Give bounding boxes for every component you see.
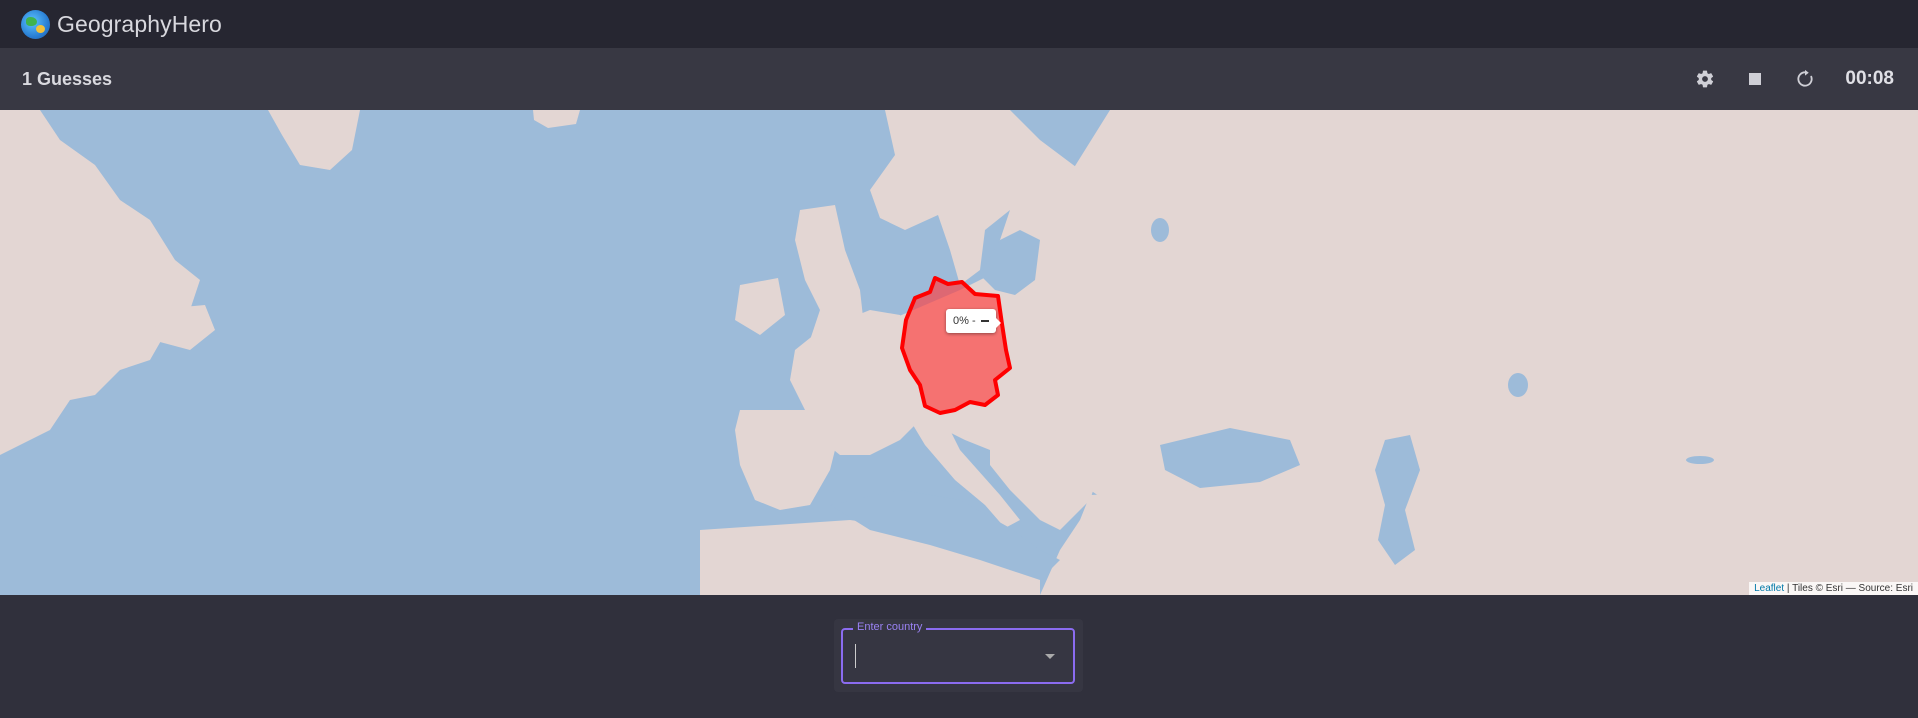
iberia-landmass [735,410,840,510]
timer: 00:08 [1845,68,1894,89]
game-controls: 00:08 [1691,65,1894,93]
world-map[interactable]: 0% - Leaflet | Tiles © Esri — Source: Es… [0,110,1918,595]
country-tooltip: 0% - [946,309,1001,333]
attribution-text: | Tiles © Esri — Source: Esri [1784,583,1913,594]
lake-ladoga [1151,218,1169,242]
stop-icon[interactable] [1741,65,1769,93]
great-britain-landmass [795,205,865,350]
app-header: GeographyHero [0,0,1918,48]
north-america-landmass [0,110,200,455]
ireland-landmass [735,278,785,335]
leaflet-link[interactable]: Leaflet [1754,583,1784,594]
game-toolbar: 1 Guesses 00:08 [0,48,1918,110]
country-field[interactable]: Enter country [841,621,1075,684]
balkhash-lake [1686,456,1714,464]
input-panel: Enter country [0,595,1918,718]
iceland-landmass [533,110,580,128]
restart-icon[interactable] [1791,65,1819,93]
tooltip-dash [980,320,989,323]
guesses-counter: 1 Guesses [22,68,113,89]
country-input[interactable] [855,644,1025,668]
globe-icon[interactable] [21,9,50,39]
chevron-down-icon[interactable] [1045,654,1055,659]
greenland-landmass [268,110,360,170]
map-attribution: Leaflet | Tiles © Esri — Source: Esri [1749,582,1918,595]
tooltip-text: 0% - [953,315,976,327]
basemap [0,110,1918,595]
app-title[interactable]: GeographyHero [57,11,222,38]
aral-sea [1508,373,1528,397]
country-input-card: Enter country [834,619,1083,692]
gear-icon[interactable] [1691,65,1719,93]
labrador-landmass [150,305,215,350]
country-field-label: Enter country [853,621,927,633]
